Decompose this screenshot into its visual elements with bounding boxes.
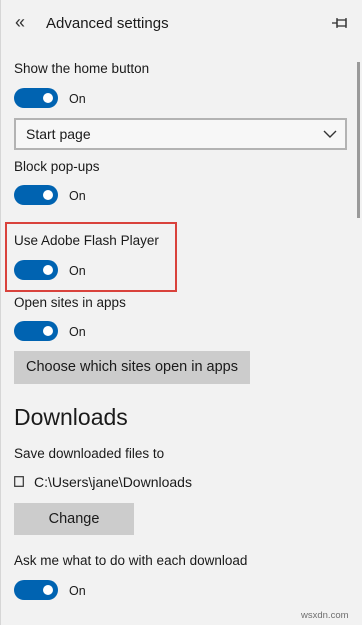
flash-toggle-state: On: [69, 264, 86, 278]
home-page-select-value: Start page: [26, 126, 91, 142]
open-apps-label: Open sites in apps: [14, 295, 126, 310]
double-chevron-left-icon[interactable]: «: [15, 12, 25, 32]
file-icon: [14, 476, 24, 487]
advanced-settings-panel: « Advanced settings Show the home button…: [0, 0, 362, 625]
download-path: C:\Users\jane\Downloads: [34, 474, 192, 490]
popups-toggle[interactable]: [14, 185, 58, 205]
choose-sites-button[interactable]: Choose which sites open in apps: [14, 351, 250, 384]
popups-label: Block pop-ups: [14, 159, 100, 174]
toggle-knob: [43, 190, 53, 200]
popups-toggle-state: On: [69, 189, 86, 203]
home-button-label: Show the home button: [14, 61, 150, 76]
ask-download-toggle[interactable]: [14, 580, 58, 600]
watermark: wsxdn.com: [301, 610, 349, 621]
toggle-knob: [43, 326, 53, 336]
change-button[interactable]: Change: [14, 503, 134, 535]
open-apps-toggle-state: On: [69, 325, 86, 339]
ask-download-toggle-state: On: [69, 584, 86, 598]
toggle-knob: [43, 93, 53, 103]
home-page-select[interactable]: Start page: [14, 118, 347, 150]
home-button-toggle-state: On: [69, 92, 86, 106]
toggle-knob: [43, 265, 53, 275]
flash-label: Use Adobe Flash Player: [14, 233, 159, 248]
open-apps-toggle[interactable]: [14, 321, 58, 341]
page-title: Advanced settings: [46, 15, 169, 32]
pin-icon[interactable]: [331, 15, 349, 31]
vertical-scrollbar[interactable]: [357, 62, 360, 218]
toggle-knob: [43, 585, 53, 595]
ask-download-label: Ask me what to do with each download: [14, 553, 248, 568]
chevron-down-icon: [323, 130, 337, 138]
flash-toggle[interactable]: [14, 260, 58, 280]
downloads-section-title: Downloads: [14, 404, 128, 430]
panel-header: « Advanced settings: [1, 0, 362, 46]
home-button-toggle[interactable]: [14, 88, 58, 108]
save-location-label: Save downloaded files to: [14, 446, 165, 461]
